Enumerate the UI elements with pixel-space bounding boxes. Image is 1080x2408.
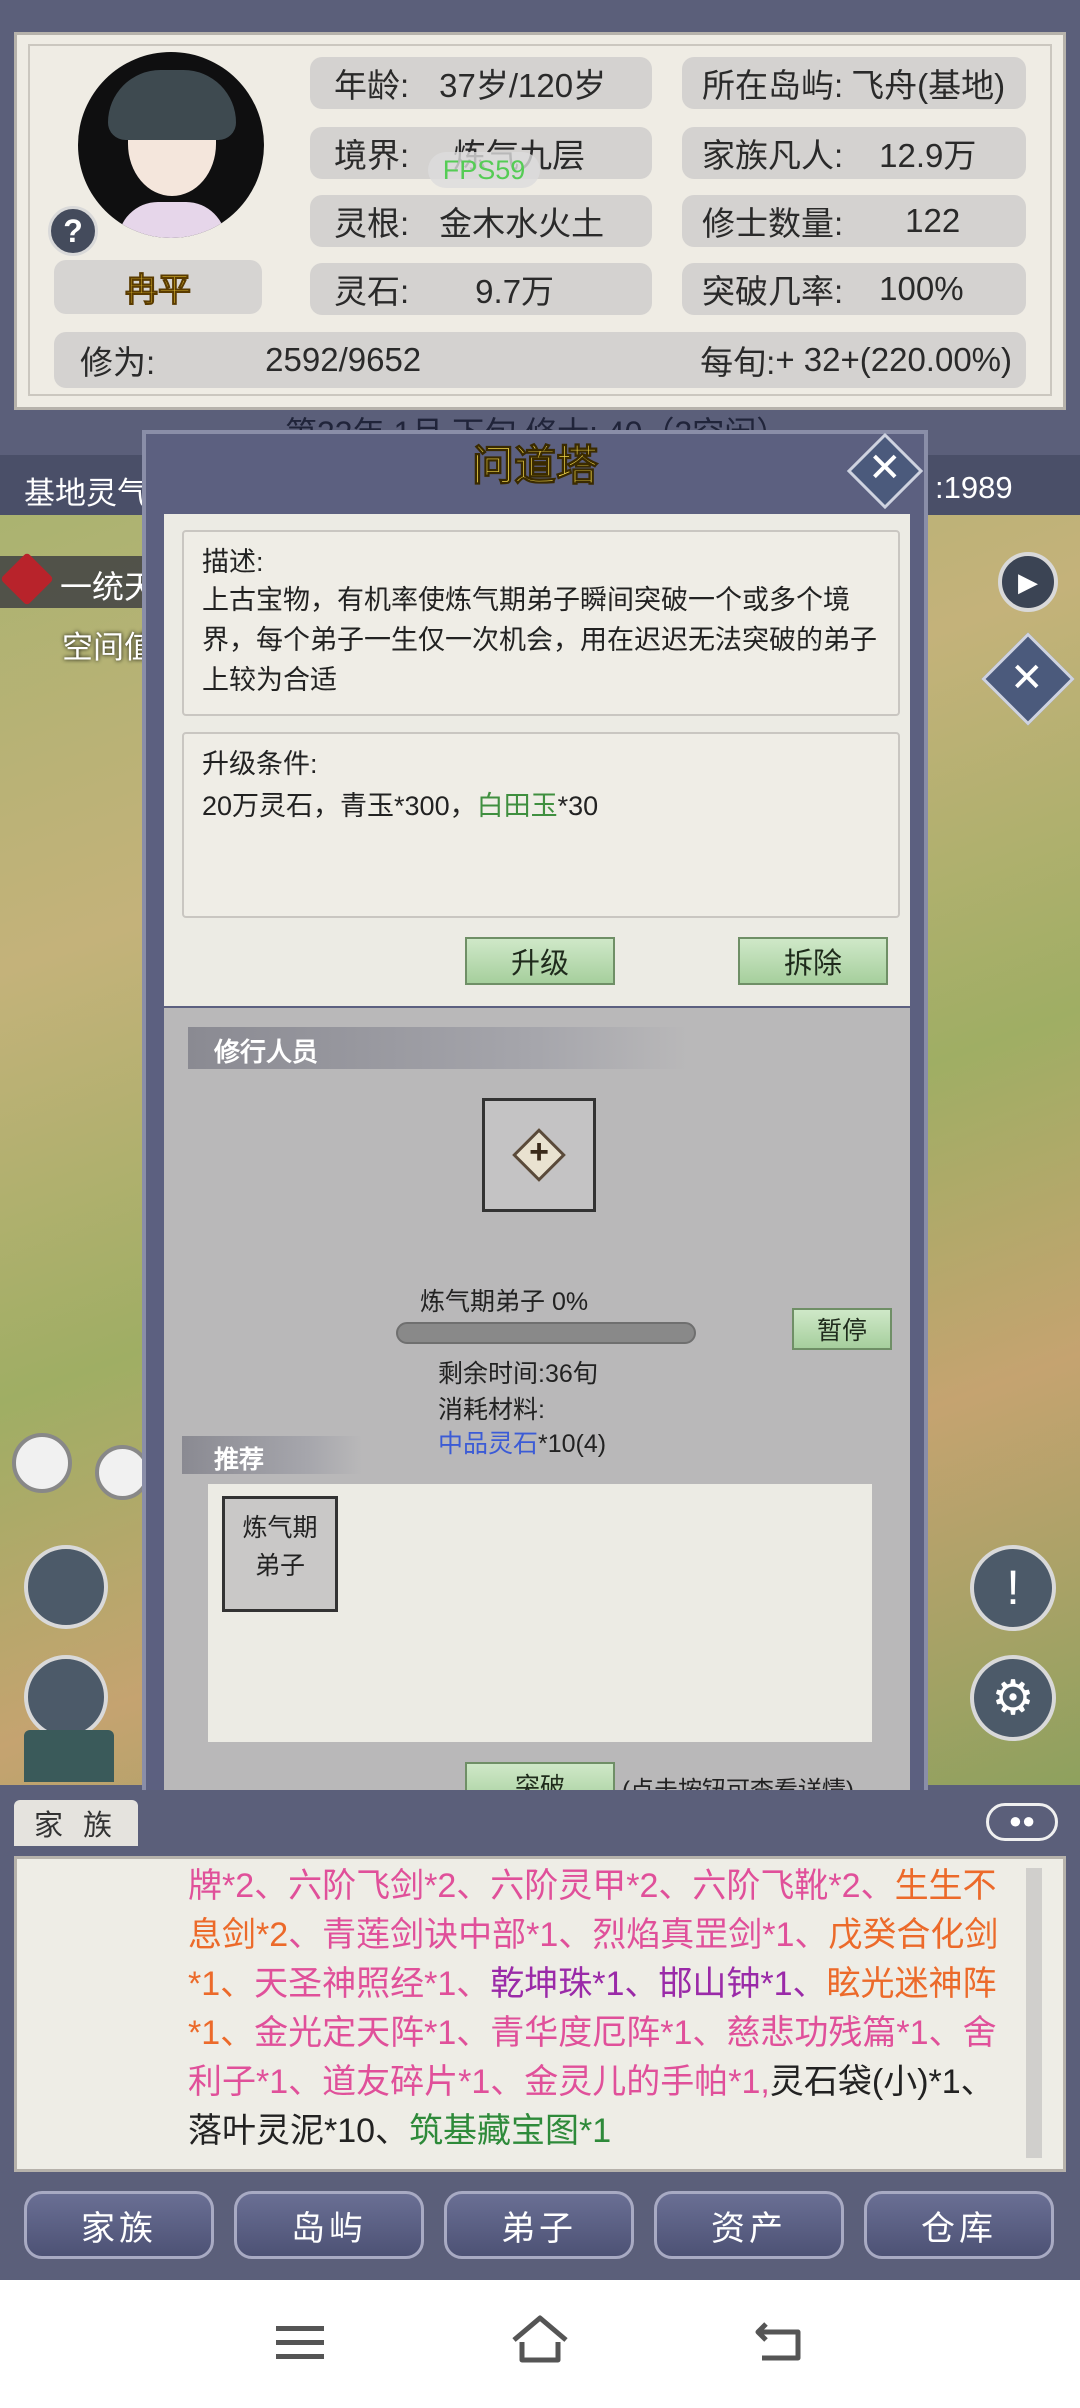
tab-extra-icon[interactable]: ●● [986, 1803, 1058, 1841]
loot-item: 青莲剑诀中部*1、 [322, 1916, 593, 1954]
avatar-small-1[interactable] [12, 1433, 72, 1493]
upgrade-req-part3: *30 [557, 791, 599, 821]
upgrade-req-part1: 20万灵石，青玉*300， [202, 791, 477, 821]
loot-item: 慈悲功残篇*1、 [726, 2014, 963, 2052]
age-label: 年龄: [334, 67, 410, 104]
recommend-item[interactable]: 炼气期弟子 [222, 1496, 338, 1612]
map-tool-button[interactable] [24, 1655, 108, 1739]
recommend-header [182, 1436, 362, 1474]
dialog-title: 问道塔 [471, 442, 598, 490]
remove-button[interactable]: 拆除 [738, 937, 888, 985]
age-row: 年龄: 37岁/120岁 [310, 57, 652, 109]
remaining-time: 剩余时间:36旬 [438, 1360, 598, 1388]
character-name[interactable]: 冉平 [54, 260, 262, 314]
breakthrough-label: 突破几率: [702, 273, 844, 310]
character-button[interactable] [24, 1545, 108, 1629]
close-icon: ✕ [868, 446, 902, 490]
recommend-item-label: 炼气期弟子 [242, 1514, 318, 1580]
loot-item: 烈焰真罡剑*1、 [592, 1916, 829, 1954]
upgrade-label: 升级条件: [202, 749, 318, 779]
map-close-glyph: ✕ [1010, 656, 1044, 700]
tab-strip [0, 1790, 1080, 1850]
nav-family[interactable]: 家族 [24, 2191, 214, 2259]
fps-counter: FPS59 [428, 152, 540, 188]
cultivator-label: 修士数量: [702, 205, 844, 242]
avatar-hair [108, 70, 236, 140]
loot-item: 乾坤珠*1、 [490, 1965, 659, 2003]
breakthrough-row: 突破几率: 100% [682, 263, 1026, 315]
loot-item: 六阶灵甲*2、 [490, 1867, 693, 1905]
consume-label: 消耗材料: [438, 1396, 545, 1424]
age-value: 37岁/120岁 [439, 67, 607, 104]
loot-item: 邯山钟*1、 [658, 1965, 827, 2003]
progress-label: 炼气期弟子 0% [420, 1288, 589, 1316]
practitioners-label: 修行人员 [214, 1037, 319, 1067]
nav-island[interactable]: 岛屿 [234, 2191, 424, 2259]
loot-item: 、 [288, 1916, 323, 1954]
base-label: 基地灵气 [24, 476, 148, 511]
recommend-label: 推荐 [214, 1446, 265, 1474]
island-value: 飞舟(基地) [851, 67, 1006, 104]
progress-bar [396, 1322, 696, 1344]
play-button[interactable]: ▶ [998, 552, 1058, 612]
upgrade-requirements: 20万灵石，青玉*300，白田玉*30 [202, 784, 598, 823]
add-icon-plus: + [529, 1133, 549, 1171]
stone-row: 灵石: 9.7万 [310, 263, 652, 315]
breakthrough-value: 100% [879, 270, 964, 307]
mortal-label: 家族凡人: [702, 137, 844, 174]
pause-button[interactable]: 暂停 [792, 1308, 892, 1350]
tab-family[interactable]: 家 族 [14, 1800, 138, 1846]
root-label: 灵根: [334, 205, 410, 242]
loot-item: 六阶飞靴*2、 [692, 1867, 895, 1905]
realm-label: 境界: [334, 137, 410, 174]
loot-item: 金灵儿的手帕*1, [524, 2063, 770, 2101]
loot-scrollbar[interactable] [1026, 1868, 1042, 2158]
nav-warehouse[interactable]: 仓库 [864, 2191, 1054, 2259]
nav-disciple[interactable]: 弟子 [444, 2191, 634, 2259]
loot-item: 道友碎片*1、 [322, 2063, 525, 2101]
stone-value: 9.7万 [475, 273, 555, 310]
mortal-row: 家族凡人: 12.9万 [682, 127, 1026, 179]
loot-text: 牌*2、六阶飞剑*2、六阶灵甲*2、六阶飞靴*2、生生不息剑*2、青莲剑诀中部*… [188, 1862, 1016, 2156]
cultivation-value: 2592/9652 [265, 341, 422, 378]
per-period-value: + 32+(220.00%) [775, 341, 1012, 378]
consume-item[interactable]: 中品灵石 [438, 1430, 538, 1458]
alert-button[interactable]: ! [970, 1545, 1056, 1631]
description-text: 上古宝物，有机率使炼气期弟子瞬间突破一个或多个境界，每个弟子一生仅一次机会，用在… [202, 585, 877, 695]
cultivator-row: 修士数量: 122 [682, 195, 1026, 247]
island-label: 所在岛屿: [702, 67, 844, 104]
loot-item: 六阶飞剑*2、 [288, 1867, 491, 1905]
description-label: 描述: [202, 547, 264, 577]
gear-icon[interactable]: ⚙ [970, 1655, 1056, 1741]
avatar[interactable] [78, 52, 264, 238]
nav-assets[interactable]: 资产 [654, 2191, 844, 2259]
consume-qty: *10(4) [538, 1430, 607, 1458]
root-row: 灵根: 金木水火土 [310, 195, 652, 247]
avatar-robe [118, 202, 226, 238]
back-icon[interactable] [752, 2316, 808, 2366]
tab-family-label: 家 族 [33, 1810, 119, 1842]
cultivator-value: 122 [905, 202, 961, 239]
loot-item: 筑基藏宝图*1 [409, 2112, 612, 2150]
help-icon[interactable]: ? [48, 206, 98, 256]
root-value: 金木水火土 [439, 205, 605, 242]
island-row: 所在岛屿: 飞舟(基地) [682, 57, 1026, 109]
cultivation-label: 修为: [80, 344, 156, 381]
right-value: :1989 [935, 470, 1013, 505]
building-icon [24, 1730, 114, 1782]
menu-icon[interactable] [276, 2322, 324, 2362]
cultivation-row: 修为: 2592/9652 每旬: + 32+(220.00%) [54, 332, 1026, 388]
loot-item: 牌*2、 [188, 1867, 289, 1905]
loot-item: 金光定天阵*1、 [254, 2014, 491, 2052]
per-period-label: 每旬: [700, 344, 776, 381]
consume-material: 中品灵石*10(4) [438, 1424, 606, 1460]
upgrade-req-jade: 白田玉 [476, 791, 558, 821]
loot-item: 青华度厄阵*1、 [490, 2014, 727, 2052]
loot-item: 天圣神照经*1、 [254, 1965, 491, 2003]
upgrade-button[interactable]: 升级 [465, 937, 615, 985]
character-name-text: 冉平 [125, 271, 192, 309]
home-icon[interactable] [510, 2312, 570, 2368]
stone-label: 灵石: [334, 273, 410, 310]
mortal-value: 12.9万 [879, 137, 977, 174]
